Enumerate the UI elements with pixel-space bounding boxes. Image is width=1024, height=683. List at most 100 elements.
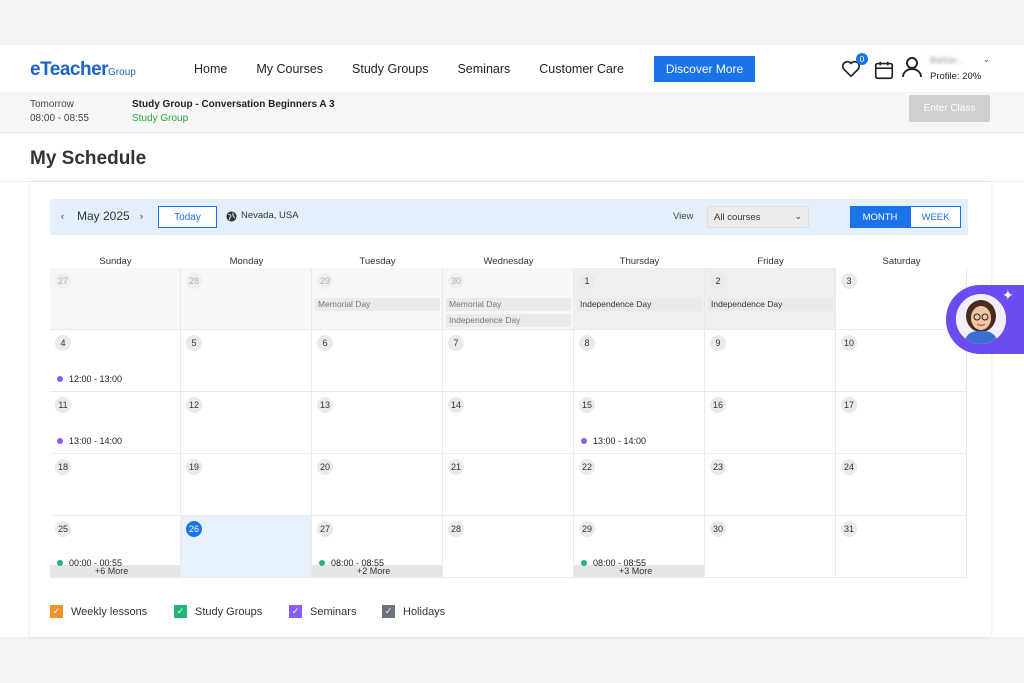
- user-name[interactable]: Barbar...: [930, 55, 964, 65]
- discover-more-button[interactable]: Discover More: [654, 56, 755, 82]
- checkbox-checked-icon[interactable]: ✓: [50, 605, 63, 618]
- month-view-button[interactable]: MONTH: [850, 206, 910, 228]
- legend-item[interactable]: ✓ Seminars: [289, 605, 356, 618]
- calendar-day-cell[interactable]: 11 13:00 - 14:00: [50, 392, 181, 454]
- assistant-avatar: [956, 294, 1006, 344]
- calendar-day-cell[interactable]: 26: [181, 516, 312, 578]
- calendar-day-cell[interactable]: 27 08:00 - 08:55 +2 More: [312, 516, 443, 578]
- calendar-day-cell[interactable]: 7: [443, 330, 574, 392]
- user-menu-chevron-icon[interactable]: ⌄: [983, 55, 990, 64]
- enter-class-button[interactable]: Enter Class: [909, 95, 990, 122]
- calendar-day-cell[interactable]: 6: [312, 330, 443, 392]
- nav-customer-care[interactable]: Customer Care: [539, 62, 624, 76]
- calendar-day-cell[interactable]: 19: [181, 454, 312, 516]
- nav-my-courses[interactable]: My Courses: [256, 62, 323, 76]
- calendar-day-cell[interactable]: 23: [705, 454, 836, 516]
- calendar-day-cell[interactable]: 29 Memorial Day: [312, 268, 443, 330]
- calendar-day-cell[interactable]: 22: [574, 454, 705, 516]
- legend-label: Seminars: [310, 605, 357, 618]
- calendar-day-cell[interactable]: 15 13:00 - 14:00: [574, 392, 705, 454]
- holiday-label[interactable]: Independence Day: [446, 314, 571, 327]
- sparkle-icon: ✦: [1002, 287, 1014, 303]
- calendar-day-cell[interactable]: 29 08:00 - 08:55 +3 More: [574, 516, 705, 578]
- day-number: 2: [710, 273, 726, 289]
- checkbox-checked-icon[interactable]: ✓: [289, 605, 302, 618]
- day-number: 11: [55, 397, 71, 413]
- day-number: 20: [317, 459, 333, 475]
- holiday-label[interactable]: Independence Day: [577, 298, 702, 311]
- holiday-label[interactable]: Independence Day: [708, 298, 833, 311]
- calendar-day-cell[interactable]: 28: [443, 516, 574, 578]
- day-number: 16: [710, 397, 726, 413]
- calendar-day-cell[interactable]: 4 12:00 - 13:00: [50, 330, 181, 392]
- week-view-button[interactable]: WEEK: [910, 206, 961, 228]
- day-number: 31: [841, 521, 857, 537]
- nav-home[interactable]: Home: [194, 62, 227, 76]
- calendar-day-cell[interactable]: 17: [836, 392, 967, 454]
- day-number: 3: [841, 273, 857, 289]
- holiday-label[interactable]: Memorial Day: [315, 298, 440, 311]
- upcoming-type: Study Group: [132, 113, 189, 124]
- legend-item[interactable]: ✓ Holidays: [382, 605, 445, 618]
- calendar-day-cell[interactable]: 27: [50, 268, 181, 330]
- checkbox-checked-icon[interactable]: ✓: [382, 605, 395, 618]
- calendar-day-cell[interactable]: 30: [705, 516, 836, 578]
- day-number: 19: [186, 459, 202, 475]
- weekday-header: Wednesday: [483, 256, 534, 267]
- calendar-day-cell[interactable]: 8: [574, 330, 705, 392]
- day-number: 7: [448, 335, 464, 351]
- more-events-link[interactable]: +2 More: [357, 566, 390, 576]
- calendar-day-cell[interactable]: 2 Independence Day: [705, 268, 836, 330]
- nav-study-groups[interactable]: Study Groups: [352, 62, 428, 76]
- weekday-header: Sunday: [99, 256, 132, 267]
- logo-subtext: Group: [108, 67, 136, 78]
- calendar-day-cell[interactable]: 5: [181, 330, 312, 392]
- calendar-day-cell[interactable]: 13: [312, 392, 443, 454]
- next-month-chevron-icon[interactable]: ›: [140, 211, 143, 221]
- today-button[interactable]: Today: [158, 206, 217, 228]
- calendar-day-cell[interactable]: 24: [836, 454, 967, 516]
- legend-item[interactable]: ✓ Weekly lessons: [50, 605, 147, 618]
- day-number: 29: [317, 273, 333, 289]
- legend-label: Holidays: [403, 605, 446, 618]
- nav-seminars[interactable]: Seminars: [457, 62, 510, 76]
- day-number: 4: [55, 335, 71, 351]
- day-number: 1: [579, 273, 595, 289]
- prev-month-chevron-icon[interactable]: ‹: [61, 211, 64, 221]
- chevron-down-icon: ⌄: [794, 211, 802, 221]
- day-number: 30: [448, 273, 464, 289]
- day-number: 17: [841, 397, 857, 413]
- checkbox-checked-icon[interactable]: ✓: [174, 605, 187, 618]
- calendar-day-cell[interactable]: 30 Memorial Day Independence Day: [443, 268, 574, 330]
- assistant-launcher[interactable]: ✦: [946, 285, 1024, 354]
- calendar-day-cell[interactable]: 18: [50, 454, 181, 516]
- calendar-day-cell[interactable]: 14: [443, 392, 574, 454]
- calendar-day-cell[interactable]: 21: [443, 454, 574, 516]
- calendar-icon[interactable]: [873, 59, 895, 81]
- legend-item[interactable]: ✓ Study Groups: [174, 605, 262, 618]
- calendar-day-cell[interactable]: 28: [181, 268, 312, 330]
- calendar-day-cell[interactable]: 20: [312, 454, 443, 516]
- calendar-day-cell[interactable]: 1 Independence Day: [574, 268, 705, 330]
- calendar-event[interactable]: 12:00 - 13:00: [57, 374, 122, 384]
- calendar-card: ‹ May 2025 › Today Nevada, USA View All …: [30, 182, 991, 637]
- course-filter-select[interactable]: All courses ⌄: [707, 206, 809, 228]
- calendar-event[interactable]: 13:00 - 14:00: [581, 436, 646, 446]
- user-icon[interactable]: [900, 55, 924, 79]
- timezone-location[interactable]: Nevada, USA: [241, 210, 299, 221]
- calendar-day-cell[interactable]: 12: [181, 392, 312, 454]
- day-number: 5: [186, 335, 202, 351]
- calendar-event[interactable]: 13:00 - 14:00: [57, 436, 122, 446]
- more-events-link[interactable]: +3 More: [619, 566, 652, 576]
- calendar-day-cell[interactable]: 16: [705, 392, 836, 454]
- holiday-label[interactable]: Memorial Day: [446, 298, 571, 311]
- calendar-day-cell[interactable]: 25 00:00 - 00:55 +6 More: [50, 516, 181, 578]
- page-title: My Schedule: [30, 148, 147, 169]
- day-number: 30: [710, 521, 726, 537]
- calendar-day-cell[interactable]: 10: [836, 330, 967, 392]
- day-number: 23: [710, 459, 726, 475]
- more-events-link[interactable]: +6 More: [95, 566, 128, 576]
- calendar-day-cell[interactable]: 9: [705, 330, 836, 392]
- logo[interactable]: eTeacherGroup: [30, 59, 136, 81]
- calendar-day-cell[interactable]: 31: [836, 516, 967, 578]
